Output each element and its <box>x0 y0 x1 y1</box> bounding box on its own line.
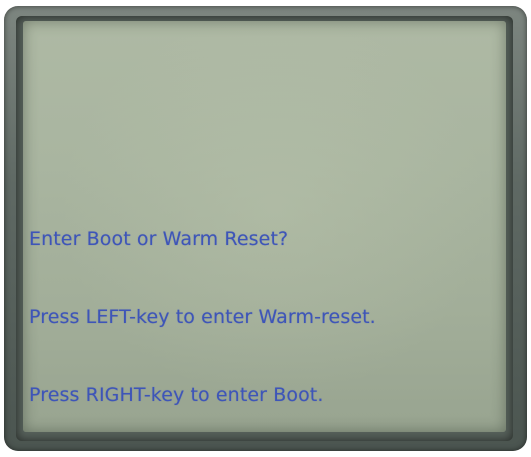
boot-prompt: Enter Boot or Warm Reset? Press LEFT-key… <box>29 174 376 432</box>
prompt-left-key-instruction: Press LEFT-key to enter Warm-reset. <box>29 306 376 328</box>
lcd-screen: Enter Boot or Warm Reset? Press LEFT-key… <box>23 21 506 432</box>
prompt-right-key-instruction: Press RIGHT-key to enter Boot. <box>29 384 324 406</box>
lcd-device: Enter Boot or Warm Reset? Press LEFT-key… <box>0 0 531 457</box>
prompt-question: Enter Boot or Warm Reset? <box>29 228 289 250</box>
